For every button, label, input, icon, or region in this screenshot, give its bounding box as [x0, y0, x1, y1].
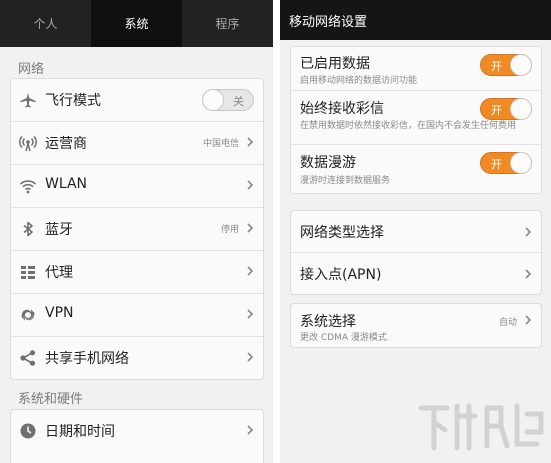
network-settings-group: 飞行模式 关 运营商 中国电信 WLAN 蓝牙 停用 代理 VPN 共享手机网络	[10, 78, 264, 380]
section-title-system-hardware: 系统和硬件	[18, 392, 84, 407]
system-select-label: 系统选择	[300, 314, 356, 330]
bluetooth-label: 蓝牙	[45, 222, 73, 238]
signal-tower-icon	[19, 135, 37, 152]
chevron-right-icon	[247, 352, 254, 362]
setting-bluetooth[interactable]: 蓝牙 停用	[11, 207, 263, 250]
chevron-right-icon	[247, 425, 254, 435]
system-selection-group: 系统选择 更改 CDMA 漫游模式 自动	[290, 303, 542, 348]
proxy-icon	[21, 266, 35, 279]
setting-wlan[interactable]: WLAN	[11, 164, 263, 207]
setting-date-time[interactable]: 日期和时间	[11, 410, 263, 452]
mms-toggle-text: 开	[491, 104, 502, 117]
toggle-knob	[202, 89, 224, 111]
setting-data-enabled[interactable]: 已启用数据 启用移动网络的数据访问功能 开	[291, 47, 541, 90]
network-selection-group: 网络类型选择 接入点(APN)	[290, 210, 542, 295]
settings-system-panel: 个人 系统 程序 网络 飞行模式 关 运营商 中国电信 WLAN 蓝牙 停用 代…	[0, 0, 273, 463]
apn-label: 接入点(APN)	[300, 267, 382, 283]
title-bar: 移动网络设置	[280, 0, 551, 40]
setting-system-select[interactable]: 系统选择 更改 CDMA 漫游模式 自动	[291, 304, 541, 347]
chevron-right-icon	[525, 227, 532, 237]
setting-carrier[interactable]: 运营商 中国电信	[11, 121, 263, 164]
chevron-right-icon	[525, 269, 532, 279]
share-icon	[20, 350, 36, 366]
proxy-label: 代理	[45, 265, 73, 281]
airplane-icon	[20, 92, 36, 108]
bluetooth-icon	[23, 221, 33, 237]
setting-proxy[interactable]: 代理	[11, 250, 263, 293]
airplane-toggle-text: 关	[233, 95, 244, 108]
toggle-knob	[510, 54, 532, 76]
tethering-label: 共享手机网络	[45, 351, 129, 367]
roaming-subtitle: 漫游时连接到数据服务	[300, 176, 391, 186]
roaming-label: 数据漫游	[300, 155, 356, 171]
mms-subtitle: 在禁用数据时依然接收彩信，在国内不会发生任何费用	[300, 121, 517, 131]
airplane-mode-toggle[interactable]: 关	[202, 89, 254, 111]
chevron-right-icon	[247, 309, 254, 319]
tab-system[interactable]: 系统	[91, 0, 182, 47]
toggle-knob	[510, 98, 532, 120]
chevron-right-icon	[247, 180, 254, 190]
tab-personal[interactable]: 个人	[0, 0, 91, 47]
page-title: 移动网络设置	[289, 15, 368, 30]
setting-apn[interactable]: 接入点(APN)	[291, 252, 541, 294]
data-enabled-label: 已启用数据	[300, 56, 370, 72]
date-time-label: 日期和时间	[45, 424, 115, 440]
setting-tethering[interactable]: 共享手机网络	[11, 336, 263, 379]
setting-network-type[interactable]: 网络类型选择	[291, 211, 541, 252]
setting-data-roaming[interactable]: 数据漫游 漫游时连接到数据服务 开	[291, 144, 541, 193]
carrier-label: 运营商	[45, 136, 87, 152]
chevron-right-icon	[247, 266, 254, 276]
system-select-subtitle: 更改 CDMA 漫游模式	[300, 333, 387, 343]
bluetooth-value: 停用	[220, 225, 239, 235]
vpn-icon	[21, 309, 35, 321]
data-toggle-text: 开	[491, 60, 502, 73]
toggle-knob	[510, 152, 532, 174]
setting-vpn[interactable]: VPN	[11, 293, 263, 336]
tab-apps[interactable]: 程序	[182, 0, 273, 47]
mobile-network-settings-panel: 移动网络设置 已启用数据 启用移动网络的数据访问功能 开 始终接收彩信 在禁用数…	[280, 0, 551, 463]
system-select-value: 自动	[498, 318, 517, 328]
system-hardware-group: 日期和时间	[10, 409, 264, 463]
chevron-right-icon	[247, 223, 254, 233]
wlan-label: WLAN	[45, 176, 88, 192]
data-toggles-group: 已启用数据 启用移动网络的数据访问功能 开 始终接收彩信 在禁用数据时依然接收彩…	[290, 46, 542, 194]
data-enabled-toggle[interactable]: 开	[480, 54, 532, 76]
section-title-network: 网络	[18, 62, 45, 77]
setting-always-receive-mms[interactable]: 始终接收彩信 在禁用数据时依然接收彩信，在国内不会发生任何费用 开	[291, 90, 541, 144]
vpn-label: VPN	[45, 305, 74, 321]
watermark-logo	[418, 403, 544, 451]
roaming-toggle-text: 开	[491, 158, 502, 171]
mms-label: 始终接收彩信	[300, 101, 384, 117]
data-enabled-subtitle: 启用移动网络的数据访问功能	[300, 76, 418, 86]
tab-bar: 个人 系统 程序	[0, 0, 273, 47]
mms-toggle[interactable]: 开	[480, 98, 532, 120]
roaming-toggle[interactable]: 开	[480, 152, 532, 174]
chevron-right-icon	[525, 315, 532, 325]
network-type-label: 网络类型选择	[300, 225, 384, 241]
airplane-mode-label: 飞行模式	[45, 93, 101, 109]
clock-icon	[20, 423, 36, 439]
wifi-icon	[19, 180, 37, 194]
setting-airplane-mode[interactable]: 飞行模式 关	[11, 79, 263, 121]
chevron-right-icon	[247, 137, 254, 147]
carrier-value: 中国电信	[202, 139, 239, 149]
